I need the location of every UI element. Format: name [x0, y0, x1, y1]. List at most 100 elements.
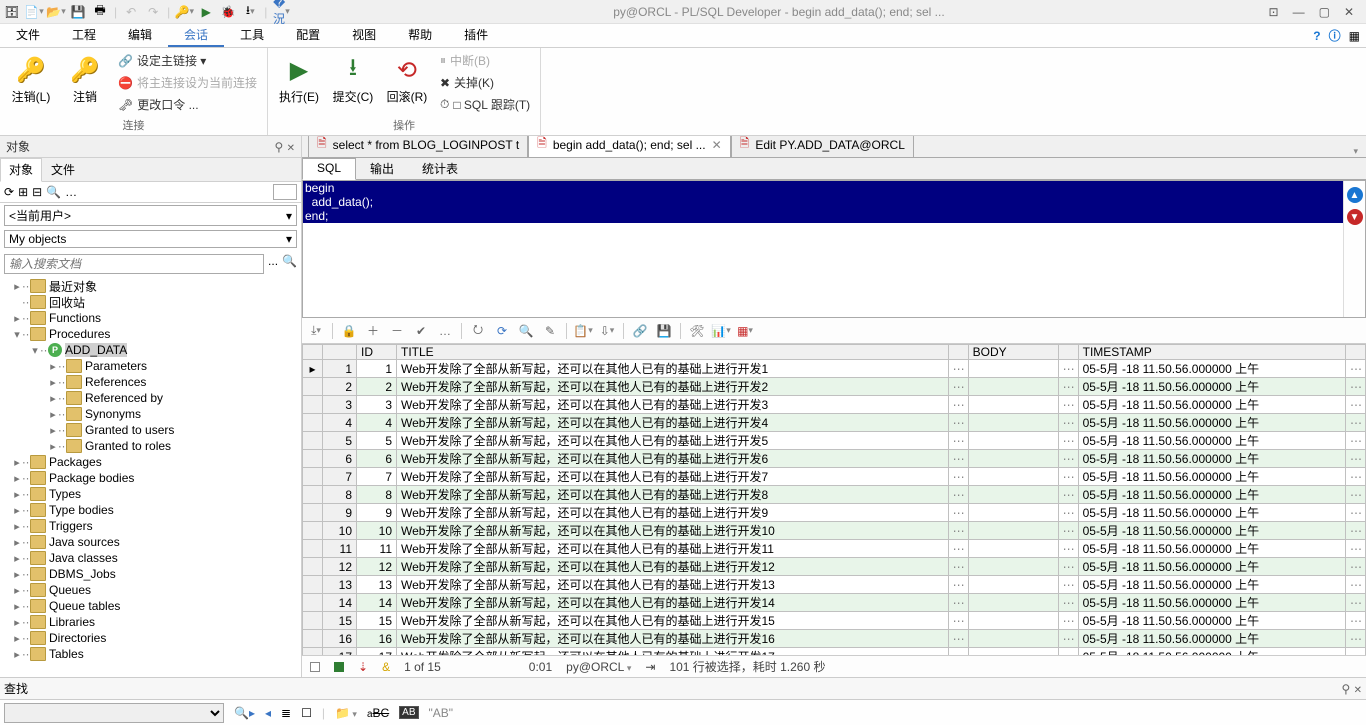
doctab[interactable]: 🗎select * from BLOG_LOGINPOST t: [308, 136, 528, 157]
col-BODY[interactable]: BODY: [968, 345, 1058, 360]
tab-close-icon[interactable]: ✕: [712, 138, 722, 152]
table-row[interactable]: ▸11Web开发除了全部从新写起，还可以在其他人已有的基础上进行开发1⋯⋯05-…: [303, 360, 1366, 378]
find-obj-icon[interactable]: 🔍: [46, 185, 61, 199]
col-x[interactable]: [323, 345, 357, 360]
ribbon-执行(E)[interactable]: ▶执行(E): [274, 50, 324, 109]
info-icon[interactable]: ⓘ: [1329, 27, 1341, 44]
tree-Triggers[interactable]: ▸⋯Triggers: [0, 518, 301, 534]
menu-插件[interactable]: 插件: [448, 24, 504, 47]
menu-编辑[interactable]: 编辑: [112, 24, 168, 47]
tree-Granted to users[interactable]: ▸⋯Granted to users: [0, 422, 301, 438]
menu-帮助[interactable]: 帮助: [392, 24, 448, 47]
grid-export-icon[interactable]: ⇩: [599, 323, 615, 339]
col-x[interactable]: [948, 345, 968, 360]
grid-copy-icon[interactable]: 📋: [575, 323, 591, 339]
settings-icon[interactable]: �況: [273, 4, 289, 20]
menu-配置[interactable]: 配置: [280, 24, 336, 47]
print-icon[interactable]: 🖶: [92, 4, 108, 20]
run-icon[interactable]: ▶: [198, 4, 214, 20]
find-pin-icon[interactable]: [1341, 682, 1350, 696]
find-next-icon[interactable]: 🔍▸: [234, 706, 255, 720]
tree-Directories[interactable]: ▸⋯Directories: [0, 630, 301, 646]
table-row[interactable]: 1010Web开发除了全部从新写起，还可以在其他人已有的基础上进行开发10⋯⋯0…: [303, 522, 1366, 540]
db-icon[interactable]: ⭳: [242, 4, 258, 20]
tree-Package bodies[interactable]: ▸⋯Package bodies: [0, 470, 301, 486]
maximize-icon[interactable]: ▢: [1319, 5, 1330, 19]
new-doc-icon[interactable]: 📄: [26, 4, 42, 20]
col-TITLE[interactable]: TITLE: [397, 345, 949, 360]
filter-box[interactable]: [273, 184, 297, 200]
table-row[interactable]: 1515Web开发除了全部从新写起，还可以在其他人已有的基础上进行开发15⋯⋯0…: [303, 612, 1366, 630]
grid-link-icon[interactable]: 🔗: [632, 323, 648, 339]
table-row[interactable]: 33Web开发除了全部从新写起，还可以在其他人已有的基础上进行开发3⋯⋯05-5…: [303, 396, 1366, 414]
table-row[interactable]: 44Web开发除了全部从新写起，还可以在其他人已有的基础上进行开发4⋯⋯05-5…: [303, 414, 1366, 432]
find-mark-icon[interactable]: ☐: [301, 706, 312, 720]
expand-icon[interactable]: ⊞: [18, 185, 28, 199]
menu-文件[interactable]: 文件: [0, 24, 56, 47]
tree-Queue tables[interactable]: ▸⋯Queue tables: [0, 598, 301, 614]
grid-find-icon[interactable]: 🔍: [518, 323, 534, 339]
subtab-统计表[interactable]: 统计表: [408, 158, 472, 179]
sidetab-对象[interactable]: 对象: [0, 158, 42, 182]
grid-edit-icon[interactable]: ✎: [542, 323, 558, 339]
table-row[interactable]: 1212Web开发除了全部从新写起，还可以在其他人已有的基础上进行开发12⋯⋯0…: [303, 558, 1366, 576]
close-window-icon[interactable]: ✕: [1344, 5, 1354, 19]
restore-view-icon[interactable]: ⊡: [1269, 5, 1279, 19]
nav-up-icon[interactable]: ▲: [1347, 187, 1363, 203]
tree-Referenced by[interactable]: ▸⋯Referenced by: [0, 390, 301, 406]
find-prev-icon[interactable]: ◂: [265, 706, 271, 720]
status-pin-icon[interactable]: ⇥: [645, 660, 655, 674]
menu-视图[interactable]: 视图: [336, 24, 392, 47]
doctab[interactable]: 🗎Edit PY.ADD_DATA@ORCL: [731, 136, 914, 157]
find-close-icon[interactable]: [1354, 682, 1362, 696]
ribbon-回滚(R)[interactable]: ⟲回滚(R): [382, 50, 432, 109]
tree-Functions[interactable]: ▸⋯Functions: [0, 310, 301, 326]
grid-refresh-icon[interactable]: ⟳: [494, 323, 510, 339]
sql-editor[interactable]: begin add_data();end;: [303, 181, 1343, 317]
tree-Java sources[interactable]: ▸⋯Java sources: [0, 534, 301, 550]
search-input[interactable]: [4, 254, 264, 274]
table-row[interactable]: 99Web开发除了全部从新写起，还可以在其他人已有的基础上进行开发9⋯⋯05-5…: [303, 504, 1366, 522]
table-row[interactable]: 1313Web开发除了全部从新写起，还可以在其他人已有的基础上进行开发13⋯⋯0…: [303, 576, 1366, 594]
grid-add-icon[interactable]: ＋: [365, 323, 381, 339]
back-icon[interactable]: …: [65, 185, 77, 199]
tree-Libraries[interactable]: ▸⋯Libraries: [0, 614, 301, 630]
tree-DBMS_Jobs[interactable]: ▸⋯DBMS_Jobs: [0, 566, 301, 582]
col-x[interactable]: [303, 345, 323, 360]
debug-icon[interactable]: 🐞: [220, 4, 236, 20]
minimize-icon[interactable]: —: [1293, 5, 1305, 19]
tree-Java classes[interactable]: ▸⋯Java classes: [0, 550, 301, 566]
open-icon[interactable]: 📂: [48, 4, 64, 20]
search-go-icon[interactable]: 🔍: [282, 254, 297, 274]
close-panel-icon[interactable]: [287, 140, 295, 154]
find-opt-abc[interactable]: aBC: [367, 706, 389, 720]
table-row[interactable]: 22Web开发除了全部从新写起，还可以在其他人已有的基础上进行开发2⋯⋯05-5…: [303, 378, 1366, 396]
table-row[interactable]: 66Web开发除了全部从新写起，还可以在其他人已有的基础上进行开发6⋯⋯05-5…: [303, 450, 1366, 468]
find-combo[interactable]: [4, 703, 224, 723]
tree-回收站[interactable]: ⋯回收站: [0, 294, 301, 310]
objects-combo[interactable]: My objects▾: [4, 230, 297, 248]
menu-会话[interactable]: 会话: [168, 24, 224, 47]
ribbon-设定主链接[interactable]: 🔗设定主链接 ▾: [114, 50, 261, 71]
tree-References[interactable]: ▸⋯References: [0, 374, 301, 390]
sidetab-文件[interactable]: 文件: [42, 158, 84, 181]
table-row[interactable]: 1414Web开发除了全部从新写起，还可以在其他人已有的基础上进行开发14⋯⋯0…: [303, 594, 1366, 612]
tree-Parameters[interactable]: ▸⋯Parameters: [0, 358, 301, 374]
table-row[interactable]: 77Web开发除了全部从新写起，还可以在其他人已有的基础上进行开发7⋯⋯05-5…: [303, 468, 1366, 486]
table-row[interactable]: 1717Web开发除了全部从新写起，还可以在其他人已有的基础上进行开发17⋯⋯0…: [303, 648, 1366, 656]
tree-Tables[interactable]: ▸⋯Tables: [0, 646, 301, 662]
grid-del-icon[interactable]: －: [389, 323, 405, 339]
schema-combo[interactable]: <当前用户>▾: [4, 205, 297, 226]
subtab-SQL[interactable]: SQL: [302, 158, 356, 180]
tree-Granted to roles[interactable]: ▸⋯Granted to roles: [0, 438, 301, 454]
table-row[interactable]: 88Web开发除了全部从新写起，还可以在其他人已有的基础上进行开发8⋯⋯05-5…: [303, 486, 1366, 504]
ribbon-提交(C)[interactable]: ⭳提交(C): [328, 50, 378, 109]
undo-icon[interactable]: ↶: [123, 4, 139, 20]
grid-post-icon[interactable]: ✔: [413, 323, 429, 339]
status-conn[interactable]: py@ORCL: [566, 660, 631, 674]
ribbon-□ SQL 跟踪(T)[interactable]: ⏱□ SQL 跟踪(T): [436, 94, 534, 115]
key-icon[interactable]: 🔑: [176, 4, 192, 20]
tree-Synonyms[interactable]: ▸⋯Synonyms: [0, 406, 301, 422]
collapse-icon[interactable]: ⊟: [32, 185, 42, 199]
table-row[interactable]: 55Web开发除了全部从新写起，还可以在其他人已有的基础上进行开发5⋯⋯05-5…: [303, 432, 1366, 450]
